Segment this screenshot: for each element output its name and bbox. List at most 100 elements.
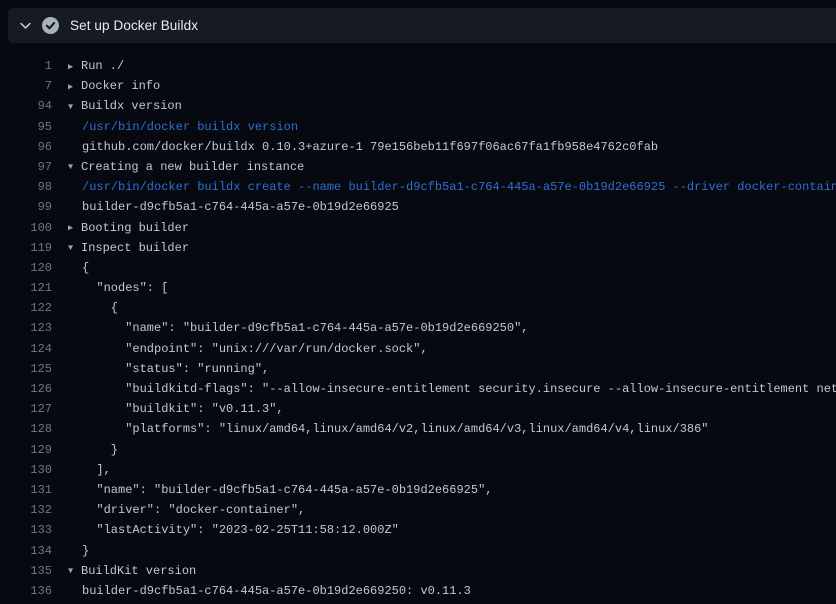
group-title[interactable]: ▼BuildKit version [52,561,196,581]
output-text: github.com/docker/buildx 0.10.3+azure-1 … [52,137,658,157]
line-number[interactable]: 132 [0,500,52,520]
line-number[interactable]: 97 [0,157,52,177]
group-title[interactable]: ▼Inspect builder [52,238,189,258]
group-title-text: Booting builder [81,221,189,235]
output-text: "endpoint": "unix:///var/run/docker.sock… [52,339,428,359]
line-number[interactable]: 127 [0,399,52,419]
output-text: "driver": "docker-container", [52,500,305,520]
group-title-text: Buildx version [81,99,182,113]
line-number[interactable]: 135 [0,561,52,581]
line-number[interactable]: 130 [0,460,52,480]
log-area: 1▶Run ./7▶Docker info94▼Buildx version95… [0,43,836,601]
output-text: builder-d9cfb5a1-c764-445a-a57e-0b19d2e6… [52,581,471,601]
line-number[interactable]: 131 [0,480,52,500]
caret-right-icon[interactable]: ▶ [68,77,81,97]
caret-right-icon[interactable]: ▶ [68,57,81,77]
group-title-text: Inspect builder [81,241,189,255]
step-header[interactable]: Set up Docker Buildx [8,8,836,43]
line-number[interactable]: 119 [0,238,52,258]
log-line-row: 99builder-d9cfb5a1-c764-445a-a57e-0b19d2… [0,197,836,217]
log-line-row: 127 "buildkit": "v0.11.3", [0,399,836,419]
caret-down-icon[interactable]: ▼ [68,157,81,177]
line-number[interactable]: 120 [0,258,52,278]
log-group-row: 135▼BuildKit version [0,561,836,581]
line-number[interactable]: 126 [0,379,52,399]
log-line-row: 129 } [0,440,836,460]
line-number[interactable]: 122 [0,298,52,318]
log-line-row: 128 "platforms": "linux/amd64,linux/amd6… [0,419,836,439]
log-line-row: 130 ], [0,460,836,480]
log-group-row: 7▶Docker info [0,76,836,96]
log-line-row: 133 "lastActivity": "2023-02-25T11:58:12… [0,520,836,540]
caret-down-icon[interactable]: ▼ [68,238,81,258]
log-line-row: 96github.com/docker/buildx 0.10.3+azure-… [0,137,836,157]
output-text: { [52,258,89,278]
group-title[interactable]: ▼Buildx version [52,96,182,116]
log-group-row: 100▶Booting builder [0,218,836,238]
log-line-row: 120{ [0,258,836,278]
output-text: ], [52,460,111,480]
line-number[interactable]: 129 [0,440,52,460]
caret-down-icon[interactable]: ▼ [68,561,81,581]
step-title: Set up Docker Buildx [70,18,198,33]
group-title-text: Run ./ [81,59,124,73]
output-text: "name": "builder-d9cfb5a1-c764-445a-a57e… [52,480,492,500]
command-text: /usr/bin/docker buildx version [52,117,298,137]
output-text: } [52,541,89,561]
group-title-text: Creating a new builder instance [81,160,304,174]
output-text: "nodes": [ [52,278,168,298]
line-number[interactable]: 128 [0,419,52,439]
output-text: "platforms": "linux/amd64,linux/amd64/v2… [52,419,709,439]
check-circle-icon [42,17,59,34]
command-text: /usr/bin/docker buildx create --name bui… [52,177,836,197]
line-number[interactable]: 134 [0,541,52,561]
line-number[interactable]: 121 [0,278,52,298]
log-line-row: 98/usr/bin/docker buildx create --name b… [0,177,836,197]
line-number[interactable]: 94 [0,96,52,116]
group-title-text: BuildKit version [81,564,196,578]
caret-right-icon[interactable]: ▶ [68,218,81,238]
group-title[interactable]: ▶Docker info [52,76,160,96]
line-number[interactable]: 96 [0,137,52,157]
caret-down-icon[interactable]: ▼ [68,97,81,117]
group-title[interactable]: ▼Creating a new builder instance [52,157,304,177]
chevron-down-icon[interactable] [8,19,42,32]
log-line-row: 124 "endpoint": "unix:///var/run/docker.… [0,339,836,359]
log-line-row: 131 "name": "builder-d9cfb5a1-c764-445a-… [0,480,836,500]
group-title-text: Docker info [81,79,160,93]
output-text: "lastActivity": "2023-02-25T11:58:12.000… [52,520,399,540]
line-number[interactable]: 1 [0,56,52,76]
line-number[interactable]: 99 [0,197,52,217]
log-line-row: 95/usr/bin/docker buildx version [0,117,836,137]
line-number[interactable]: 123 [0,318,52,338]
log-line-row: 123 "name": "builder-d9cfb5a1-c764-445a-… [0,318,836,338]
log-line-row: 136builder-d9cfb5a1-c764-445a-a57e-0b19d… [0,581,836,601]
output-text: { [52,298,118,318]
line-number[interactable]: 136 [0,581,52,601]
output-text: "buildkitd-flags": "--allow-insecure-ent… [52,379,836,399]
log-line-row: 126 "buildkitd-flags": "--allow-insecure… [0,379,836,399]
output-text: "status": "running", [52,359,269,379]
log-line-row: 125 "status": "running", [0,359,836,379]
line-number[interactable]: 100 [0,218,52,238]
log-group-row: 1▶Run ./ [0,56,836,76]
line-number[interactable]: 133 [0,520,52,540]
output-text: "name": "builder-d9cfb5a1-c764-445a-a57e… [52,318,528,338]
output-text: } [52,440,118,460]
log-group-row: 119▼Inspect builder [0,238,836,258]
log-line-row: 121 "nodes": [ [0,278,836,298]
line-number[interactable]: 95 [0,117,52,137]
output-text: "buildkit": "v0.11.3", [52,399,284,419]
group-title[interactable]: ▶Booting builder [52,218,189,238]
log-group-row: 94▼Buildx version [0,96,836,116]
line-number[interactable]: 124 [0,339,52,359]
log-line-row: 122 { [0,298,836,318]
line-number[interactable]: 98 [0,177,52,197]
line-number[interactable]: 7 [0,76,52,96]
log-line-row: 132 "driver": "docker-container", [0,500,836,520]
line-number[interactable]: 125 [0,359,52,379]
log-group-row: 97▼Creating a new builder instance [0,157,836,177]
log-line-row: 134} [0,541,836,561]
output-text: builder-d9cfb5a1-c764-445a-a57e-0b19d2e6… [52,197,399,217]
group-title[interactable]: ▶Run ./ [52,56,124,76]
